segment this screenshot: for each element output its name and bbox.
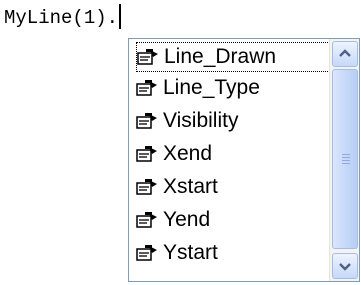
property-icon: [136, 245, 157, 261]
autocomplete-item-label: Xstart: [163, 175, 218, 198]
autocomplete-item-label: Yend: [163, 208, 211, 231]
scrollbar-thumb[interactable]: [332, 69, 358, 249]
scroll-up-button[interactable]: [332, 41, 358, 67]
autocomplete-item-label: Line_Type: [163, 76, 260, 99]
autocomplete-item-label: Xend: [163, 142, 213, 165]
autocomplete-item-ystart[interactable]: Ystart: [136, 238, 330, 268]
chevron-up-icon: [339, 49, 351, 57]
property-icon: [136, 146, 157, 162]
property-icon: [136, 113, 157, 129]
autocomplete-item-yend[interactable]: Yend: [136, 205, 330, 235]
code-text: MyLine(1).: [4, 7, 119, 29]
property-icon: [137, 49, 158, 65]
code-editor-line[interactable]: MyLine(1).: [4, 2, 122, 34]
chevron-down-icon: [339, 263, 351, 271]
property-icon: [136, 212, 157, 228]
autocomplete-item-xend[interactable]: Xend: [136, 139, 330, 169]
autocomplete-item-line-type[interactable]: Line_Type: [136, 73, 330, 103]
autocomplete-item-visibility[interactable]: Visibility: [136, 106, 330, 136]
autocomplete-list: Line_Drawn Line_Type Visibility Xend Xst…: [129, 39, 330, 281]
autocomplete-popup: Line_Drawn Line_Type Visibility Xend Xst…: [128, 38, 360, 282]
property-icon: [136, 179, 157, 195]
vertical-scrollbar[interactable]: [329, 39, 359, 281]
text-caret: [119, 3, 122, 29]
autocomplete-item-label: Line_Drawn: [164, 45, 277, 68]
autocomplete-item-line-drawn[interactable]: Line_Drawn: [136, 42, 330, 72]
property-icon: [136, 80, 157, 96]
scroll-down-button[interactable]: [332, 253, 358, 279]
thumb-grip: [342, 154, 350, 166]
autocomplete-item-label: Ystart: [163, 241, 218, 264]
autocomplete-item-label: Visibility: [163, 109, 239, 132]
autocomplete-item-xstart[interactable]: Xstart: [136, 172, 330, 202]
